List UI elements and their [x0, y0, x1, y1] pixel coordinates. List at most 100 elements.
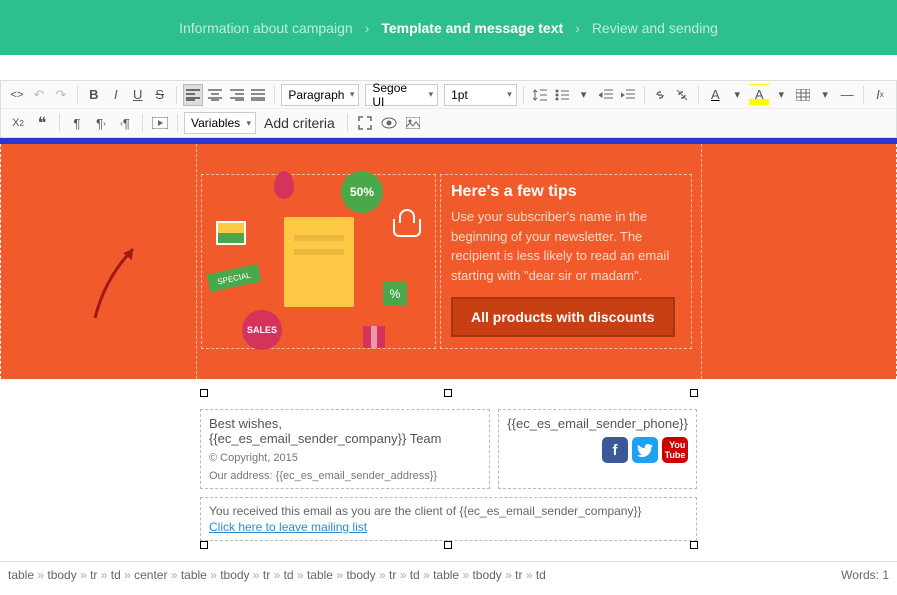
- dropdown-icon[interactable]: ▾: [574, 84, 594, 106]
- paragraph-icon[interactable]: ¶: [66, 112, 88, 134]
- path-segment[interactable]: tbody: [220, 568, 263, 582]
- align-left-icon[interactable]: [183, 84, 203, 106]
- align-center-icon[interactable]: [205, 84, 225, 106]
- twitter-icon[interactable]: [632, 437, 658, 463]
- tips-heading: Here's a few tips: [451, 183, 681, 201]
- ribbon-label: SPECIAL: [207, 264, 262, 292]
- footer-section: Best wishes, {{ec_es_email_sender_compan…: [0, 379, 897, 561]
- textcolor-icon[interactable]: A: [705, 84, 725, 106]
- align-right-icon[interactable]: [227, 84, 247, 106]
- path-segment[interactable]: tr: [90, 568, 111, 582]
- footer-wishes-text: Best wishes, {{ec_es_email_sender_compan…: [209, 416, 481, 446]
- italic-icon[interactable]: I: [106, 84, 126, 106]
- path-segment[interactable]: tr: [389, 568, 410, 582]
- clear-format-icon[interactable]: Ix: [870, 84, 890, 106]
- path-segment[interactable]: td: [536, 568, 546, 582]
- outdent-icon[interactable]: [596, 84, 616, 106]
- hr-icon[interactable]: —: [837, 84, 857, 106]
- subscript-icon[interactable]: X2: [7, 112, 29, 134]
- selection-handle[interactable]: [200, 541, 208, 549]
- dropdown-icon[interactable]: ▾: [815, 84, 835, 106]
- path-segment[interactable]: table: [181, 568, 220, 582]
- undo-icon[interactable]: ↶: [29, 84, 49, 106]
- selection-handle[interactable]: [444, 541, 452, 549]
- balloon-icon: [274, 171, 294, 199]
- table-icon[interactable]: [793, 84, 813, 106]
- wizard-header: Information about campaign › Template an…: [0, 0, 897, 55]
- bold-icon[interactable]: B: [84, 84, 104, 106]
- facebook-icon[interactable]: f: [602, 437, 628, 463]
- step-info[interactable]: Information about campaign: [179, 20, 353, 36]
- step-template[interactable]: Template and message text: [381, 20, 563, 36]
- hero-section: 50% SPECIAL % SALES Here's a few tips Us…: [0, 144, 897, 379]
- percent-icon: %: [383, 282, 407, 306]
- selection-handle[interactable]: [444, 389, 452, 397]
- path-segment[interactable]: table: [433, 568, 472, 582]
- rtl-icon[interactable]: ‹¶: [114, 112, 136, 134]
- footer-wishes-cell[interactable]: Best wishes, {{ec_es_email_sender_compan…: [200, 409, 490, 489]
- ltr-icon[interactable]: ¶›: [90, 112, 112, 134]
- path-segment[interactable]: tr: [263, 568, 284, 582]
- indent-icon[interactable]: [618, 84, 638, 106]
- lineheight-icon[interactable]: [530, 84, 550, 106]
- tips-cell[interactable]: Here's a few tips Use your subscriber's …: [440, 174, 692, 349]
- unsubscribe-cell[interactable]: You received this email as you are the c…: [200, 497, 697, 541]
- promo-image-cell[interactable]: 50% SPECIAL % SALES: [201, 174, 436, 349]
- fontsize-select[interactable]: 1pt: [444, 84, 517, 106]
- chevron-right-icon: ›: [365, 20, 370, 36]
- quote-icon[interactable]: ❝: [31, 112, 53, 134]
- address-text: Our address: {{ec_es_email_sender_addres…: [209, 470, 481, 482]
- cta-button[interactable]: All products with discounts: [451, 297, 675, 337]
- path-segment[interactable]: table: [8, 568, 47, 582]
- bgcolor-icon[interactable]: A: [749, 84, 769, 106]
- path-segment[interactable]: table: [307, 568, 346, 582]
- unlink-icon[interactable]: [672, 84, 692, 106]
- variables-select[interactable]: Variables: [184, 112, 256, 134]
- image-icon[interactable]: [402, 112, 424, 134]
- path-segment[interactable]: center: [134, 568, 181, 582]
- path-segment[interactable]: tbody: [47, 568, 90, 582]
- selection-handle[interactable]: [200, 389, 208, 397]
- strike-icon[interactable]: S: [150, 84, 170, 106]
- editor-toolbar: <> ↶ ↷ B I U S Paragraph Segoe UI 1pt: [0, 80, 897, 138]
- source-icon[interactable]: <>: [7, 84, 27, 106]
- path-segment[interactable]: tr: [515, 568, 536, 582]
- path-segment[interactable]: tbody: [472, 568, 515, 582]
- redo-icon[interactable]: ↷: [51, 84, 71, 106]
- word-count: Words: 1: [841, 568, 889, 582]
- picture-icon: [216, 221, 246, 245]
- paragraph-select[interactable]: Paragraph: [281, 84, 359, 106]
- unsubscribe-link[interactable]: Click here to leave mailing list: [209, 520, 688, 534]
- dropdown-icon[interactable]: ▾: [727, 84, 747, 106]
- youtube-icon[interactable]: YouTube: [662, 437, 688, 463]
- promo-illustration: 50% SPECIAL % SALES: [206, 179, 431, 344]
- media-icon[interactable]: [149, 112, 171, 134]
- path-segment[interactable]: td: [284, 568, 307, 582]
- bullet-list-icon[interactable]: [552, 84, 572, 106]
- tips-text: Use your subscriber's name in the beginn…: [451, 207, 681, 285]
- fullscreen-icon[interactable]: [354, 112, 376, 134]
- gift-icon: [363, 326, 385, 348]
- selection-handle[interactable]: [690, 541, 698, 549]
- add-criteria-button[interactable]: Add criteria: [258, 115, 341, 131]
- dropdown-icon[interactable]: ▾: [771, 84, 791, 106]
- element-path[interactable]: tabletbodytrtdcentertabletbodytrtdtablet…: [8, 568, 546, 582]
- basket-icon: [393, 219, 421, 237]
- align-justify-icon[interactable]: [249, 84, 269, 106]
- preview-icon[interactable]: [378, 112, 400, 134]
- path-segment[interactable]: tbody: [346, 568, 389, 582]
- discount-badge: 50%: [341, 171, 383, 213]
- step-review[interactable]: Review and sending: [592, 20, 718, 36]
- copyright-text: © Copyright, 2015: [209, 452, 481, 464]
- unsubscribe-text: You received this email as you are the c…: [209, 504, 688, 518]
- sales-badge: SALES: [242, 310, 282, 350]
- chevron-right-icon: ›: [575, 20, 580, 36]
- footer-contact-cell[interactable]: {{ec_es_email_sender_phone}} f YouTube: [498, 409, 697, 489]
- selection-handle[interactable]: [690, 389, 698, 397]
- font-select[interactable]: Segoe UI: [365, 84, 438, 106]
- underline-icon[interactable]: U: [128, 84, 148, 106]
- path-segment[interactable]: td: [111, 568, 134, 582]
- editor-canvas[interactable]: 50% SPECIAL % SALES Here's a few tips Us…: [0, 138, 897, 561]
- link-icon[interactable]: [650, 84, 670, 106]
- path-segment[interactable]: td: [410, 568, 433, 582]
